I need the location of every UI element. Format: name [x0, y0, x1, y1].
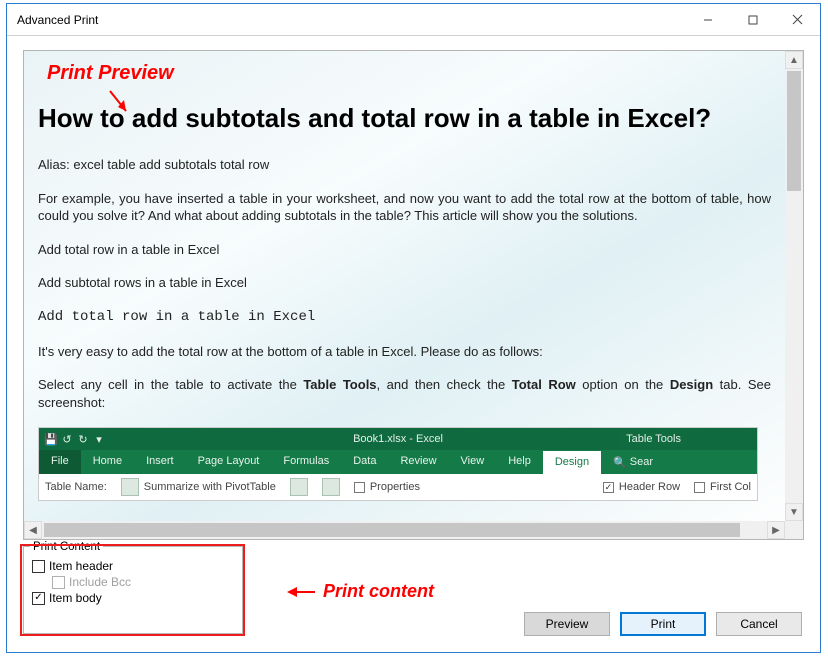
annotation-arrow-icon: [104, 87, 134, 120]
include-bcc-checkbox: [52, 576, 65, 589]
ribbon-tab-file: File: [39, 450, 81, 474]
ribbon-tablename-label: Table Name:: [45, 481, 107, 493]
print-content-legend: Print Content: [30, 541, 103, 553]
scroll-corner: [785, 521, 803, 539]
ribbon-tabletools: Table Tools: [620, 431, 687, 447]
dialog-button-row: Preview Print Cancel: [524, 612, 802, 636]
excel-ribbon-screenshot: 💾 ↺ ↻ ▾ Book1.xlsx - Excel Table Tools F…: [38, 427, 758, 501]
item-body-label: Item body: [49, 591, 102, 605]
include-bcc-label: Include Bcc: [69, 575, 131, 589]
ribbon-tab-review: Review: [388, 450, 448, 474]
preview-content: How to add subtotals and total row in a …: [24, 51, 785, 521]
preview-paragraph: For example, you have inserted a table i…: [38, 190, 771, 225]
ribbon-firstcol: First Col: [710, 481, 751, 493]
properties-icon: [354, 482, 365, 493]
ribbon-tab-help: Help: [496, 450, 543, 474]
scroll-thumb[interactable]: [787, 71, 801, 191]
print-preview-pane: How to add subtotals and total row in a …: [23, 50, 804, 540]
horizontal-scrollbar[interactable]: ◀ ▶: [24, 521, 785, 539]
window-title: Advanced Print: [17, 13, 685, 27]
vertical-scrollbar[interactable]: ▲ ▼: [785, 51, 803, 521]
close-button[interactable]: [775, 4, 820, 36]
ribbon-tab-insert: Insert: [134, 450, 186, 474]
maximize-button[interactable]: [730, 4, 775, 36]
ribbon-tab-data: Data: [341, 450, 388, 474]
ribbon-headerrow: Header Row: [619, 481, 680, 493]
ribbon-tab-view: View: [449, 450, 497, 474]
preview-link: Add total row in a table in Excel: [38, 241, 771, 259]
item-header-label: Item header: [49, 559, 113, 573]
print-button[interactable]: Print: [620, 612, 706, 636]
annotation-print-content: Print content: [287, 581, 434, 602]
scroll-left-button[interactable]: ◀: [24, 521, 42, 539]
scroll-up-button[interactable]: ▲: [785, 51, 803, 69]
search-icon: 🔍: [613, 456, 627, 469]
pivot-icon: [121, 478, 139, 496]
item-header-checkbox[interactable]: [32, 560, 45, 573]
scroll-down-button[interactable]: ▼: [785, 503, 803, 521]
preview-alias: Alias: excel table add subtotals total r…: [38, 156, 771, 174]
preview-heading: How to add subtotals and total row in a …: [38, 103, 771, 134]
minimize-button[interactable]: [685, 4, 730, 36]
annotation-arrow-icon: [287, 585, 317, 599]
redo-icon: ↻: [77, 433, 89, 445]
ribbon-tab-home: Home: [81, 450, 134, 474]
ribbon-tab-formulas: Formulas: [271, 450, 341, 474]
dialog-window: Advanced Print How to add subtotals and …: [6, 3, 821, 653]
cancel-button[interactable]: Cancel: [716, 612, 802, 636]
ribbon-tab-design: Design: [543, 450, 601, 474]
item-body-checkbox[interactable]: ✓: [32, 592, 45, 605]
preview-paragraph: Select any cell in the table to activate…: [38, 376, 771, 411]
preview-paragraph: It's very easy to add the total row at t…: [38, 343, 771, 361]
firstcol-checkbox: [694, 482, 705, 493]
print-content-group: Print Content Item header Include Bcc ✓ …: [23, 546, 243, 634]
ribbon-icon: [290, 478, 308, 496]
preview-subheading: Add total row in a table in Excel: [38, 308, 771, 327]
scroll-right-button[interactable]: ▶: [767, 521, 785, 539]
include-bcc-option: Include Bcc: [52, 575, 234, 589]
item-body-option[interactable]: ✓ Item body: [32, 591, 234, 605]
headerrow-checkbox: ✓: [603, 482, 614, 493]
ribbon-search: 🔍Sear: [601, 450, 665, 474]
ribbon-icon: [322, 478, 340, 496]
scroll-thumb[interactable]: [44, 523, 740, 537]
save-icon: 💾: [45, 433, 57, 445]
dropdown-icon: ▾: [93, 433, 105, 445]
ribbon-summarize: Summarize with PivotTable: [144, 481, 276, 493]
titlebar: Advanced Print: [7, 4, 820, 36]
preview-link: Add subtotal rows in a table in Excel: [38, 274, 771, 292]
ribbon-tab-pagelayout: Page Layout: [186, 450, 272, 474]
undo-icon: ↺: [61, 433, 73, 445]
ribbon-properties: Properties: [370, 481, 420, 493]
preview-button[interactable]: Preview: [524, 612, 610, 636]
item-header-option[interactable]: Item header: [32, 559, 234, 573]
